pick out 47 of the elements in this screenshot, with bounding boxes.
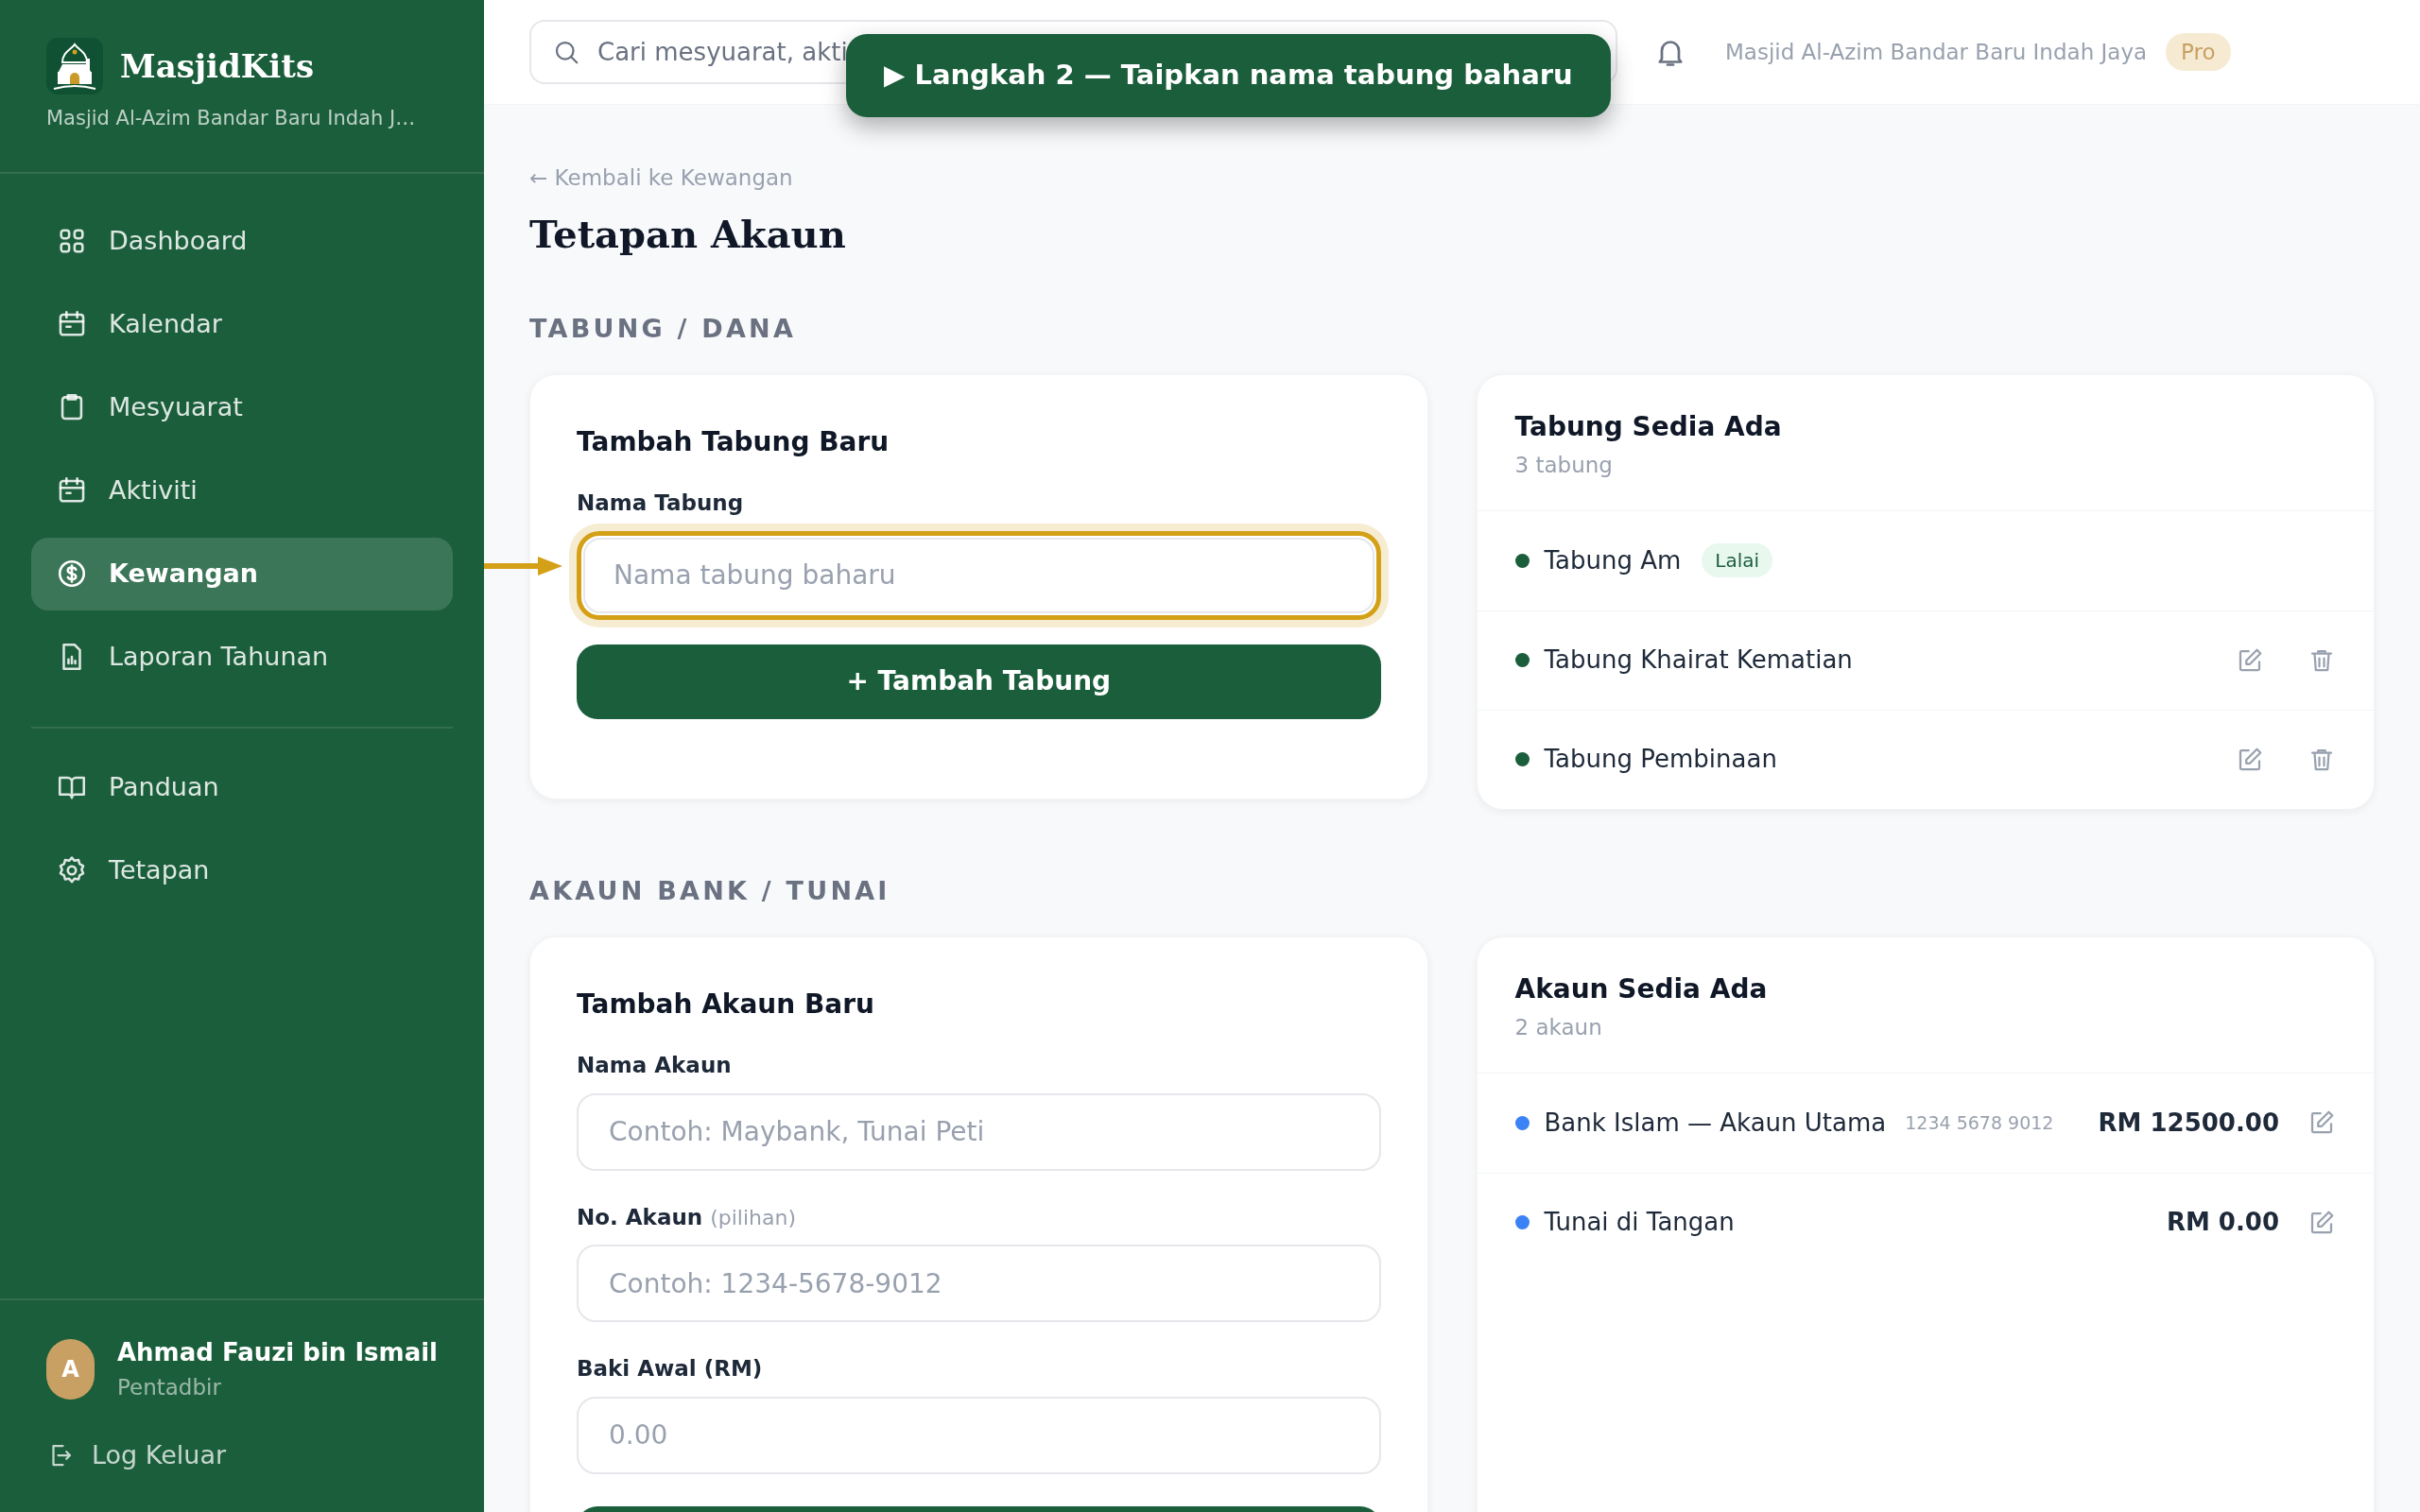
avatar: A (46, 1338, 95, 1400)
item-count: 2 akaun (1514, 1014, 1603, 1041)
account-balance: RM 12500.00 (2098, 1107, 2279, 1139)
field-label: Nama Akaun (577, 1052, 733, 1079)
logout-link[interactable]: Log Keluar (46, 1435, 438, 1474)
nav-item[interactable]: Mesyuarat (31, 370, 453, 444)
dollar-icon (56, 558, 88, 590)
mosque-name: Masjid Al-Azim Bandar Baru Indah Jaya (1725, 38, 2148, 66)
card-title: Tabung Sedia Ada (1514, 410, 1783, 444)
item-name: Bank Islam — Akaun Utama (1544, 1107, 1887, 1139)
card-title: Akaun Sedia Ada (1514, 972, 1769, 1006)
nav-item[interactable]: Kewangan (31, 537, 453, 610)
field-hint: (pilihan) (710, 1204, 796, 1231)
brand-name: MasjidKits (120, 45, 315, 87)
account-balance: RM 0.00 (2166, 1207, 2279, 1238)
item-name: Tunai di Tangan (1544, 1207, 1735, 1238)
user-role: Pentadbir (117, 1374, 222, 1401)
text-input[interactable]: Nama tabung baharu (583, 537, 1374, 613)
tutorial-tooltip: ▶ Langkah 2 — Taipkan nama tabung baharu (846, 34, 1611, 117)
card-title: Tambah Tabung Baru (577, 425, 890, 459)
item-name: Tabung Pembinaan (1544, 744, 1777, 775)
plan-badge: Pro (2166, 32, 2231, 72)
nav-item[interactable]: Panduan (31, 750, 453, 824)
user-name: Ahmad Fauzi bin Ismail (117, 1337, 438, 1368)
mosque-logo-icon (46, 38, 103, 94)
nav-item[interactable]: Laporan Tahunan (31, 620, 453, 694)
page-title: Tetapan Akaun (529, 210, 847, 258)
nav-item[interactable]: Kalendar (31, 287, 453, 361)
text-input[interactable]: Contoh: Maybank, Tunai Peti (577, 1092, 1381, 1171)
nav-item[interactable]: Aktiviti (31, 454, 453, 527)
nav-item[interactable]: Dashboard (31, 204, 453, 278)
field-label: Nama Tabung (577, 490, 745, 517)
section-heading: TABUNG / DANA (529, 312, 798, 345)
account-number: 1234 5678 9012 (1905, 1110, 2054, 1135)
submit-button[interactable]: + Tambah Tabung (577, 644, 1381, 719)
item-name: Tabung Am (1544, 544, 1682, 576)
card-title: Tambah Akaun Baru (577, 988, 875, 1022)
nav-item[interactable]: Tetapan (31, 833, 453, 907)
field-label: No. Akaun (577, 1203, 703, 1231)
item-count: 3 tabung (1514, 452, 1614, 479)
text-input[interactable]: 0.00 (577, 1396, 1381, 1474)
field-label: Baki Awal (RM) (577, 1355, 764, 1383)
item-name: Tabung Khairat Kematian (1544, 644, 1853, 676)
default-tag: Lalai (1702, 543, 1773, 577)
text-input[interactable]: Contoh: 1234-5678-9012 (577, 1245, 1381, 1322)
section-heading: AKAUN BANK / TUNAI (529, 874, 891, 907)
mosque-name: Masjid Al-Azim Bandar Baru Indah J… (46, 106, 417, 131)
